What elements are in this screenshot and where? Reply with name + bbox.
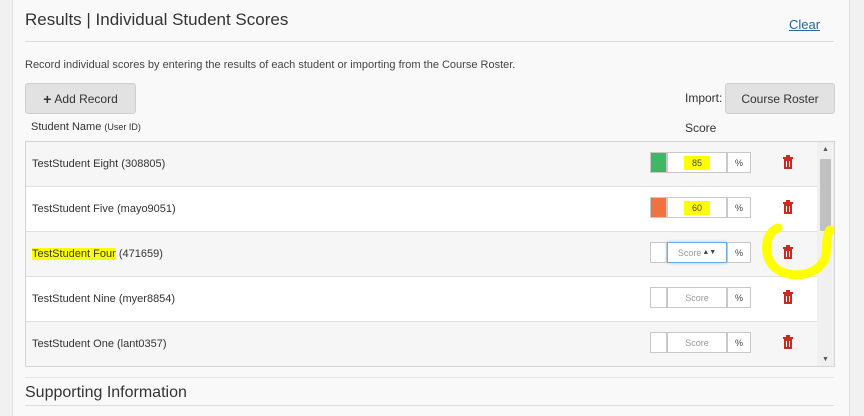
divider <box>25 377 834 378</box>
trash-icon[interactable] <box>781 290 795 306</box>
percent-unit: % <box>727 287 751 308</box>
divider <box>25 41 834 42</box>
student-name: TestStudent One (lant0357) <box>32 338 167 350</box>
percent-unit: % <box>727 197 751 218</box>
student-name-text: TestStudent Nine <box>32 293 116 305</box>
student-name: TestStudent Eight (308805) <box>32 158 165 170</box>
trash-icon[interactable] <box>781 200 795 216</box>
student-name: TestStudent Four (471659) <box>32 248 163 260</box>
table-row: TestStudent Four (471659) Score ▲▼ % <box>26 232 817 277</box>
description-text: Record individual scores by entering the… <box>25 59 516 71</box>
score-color-swatch <box>650 332 667 353</box>
student-id: (mayo9051) <box>117 203 176 215</box>
score-placeholder: Score <box>677 247 702 258</box>
score-color-swatch <box>650 197 667 218</box>
score-input[interactable]: 85 <box>667 152 727 173</box>
student-scores-table: TestStudent Eight (308805) 85 % TestStud… <box>25 141 835 367</box>
student-name-header: Student Name (User ID) <box>31 121 141 133</box>
plus-icon: + <box>43 90 52 107</box>
score-input[interactable]: 60 <box>667 197 727 218</box>
score-placeholder: Score <box>685 337 709 348</box>
page-title: Results | Individual Student Scores <box>25 10 289 29</box>
percent-unit: % <box>727 152 751 173</box>
add-record-label: Add Record <box>54 91 118 106</box>
student-id: (471659) <box>118 248 163 260</box>
add-record-button[interactable]: + Add Record <box>25 83 136 114</box>
student-name-header-label: Student Name <box>31 121 102 133</box>
student-name-text: TestStudent One <box>32 338 114 350</box>
trash-icon[interactable] <box>781 245 795 261</box>
table-row: TestStudent One (lant0357) Score % <box>26 322 817 366</box>
score-value: 60 <box>683 200 710 215</box>
scroll-down-arrow-icon[interactable]: ▼ <box>817 352 834 366</box>
scroll-up-arrow-icon[interactable]: ▲ <box>817 142 834 156</box>
table-row: TestStudent Eight (308805) 85 % <box>26 142 817 187</box>
student-name-text: TestStudent Five <box>32 203 114 215</box>
divider <box>25 405 834 406</box>
student-name: TestStudent Nine (myer8854) <box>32 293 175 305</box>
user-id-header-label: (User ID) <box>104 122 141 132</box>
clear-link[interactable]: Clear <box>789 17 820 32</box>
import-label: Import: <box>685 91 723 105</box>
student-id: (308805) <box>121 158 166 170</box>
score-input[interactable]: Score <box>667 332 727 353</box>
score-placeholder: Score <box>685 292 709 303</box>
trash-icon[interactable] <box>781 335 795 351</box>
score-header: Score <box>685 121 717 135</box>
percent-unit: % <box>727 332 751 353</box>
supporting-information-heading: Supporting Information <box>25 384 187 401</box>
trash-icon[interactable] <box>781 155 795 171</box>
table-row: TestStudent Nine (myer8854) Score % <box>26 277 817 322</box>
table-scrollbar[interactable]: ▲ ▼ <box>817 142 834 366</box>
score-input[interactable]: Score <box>667 287 727 308</box>
course-roster-button[interactable]: Course Roster <box>725 83 835 114</box>
student-name-text: TestStudent Four <box>32 248 116 260</box>
scroll-thumb[interactable] <box>820 159 831 231</box>
student-name-text: TestStudent Eight <box>32 158 119 170</box>
score-color-swatch <box>650 242 667 263</box>
spinner-icon[interactable]: ▲▼ <box>702 249 716 256</box>
score-input[interactable]: Score ▲▼ <box>667 242 727 263</box>
student-id: (lant0357) <box>117 338 167 350</box>
score-color-swatch <box>650 287 667 308</box>
percent-unit: % <box>727 242 751 263</box>
table-row: TestStudent Five (mayo9051) 60 % <box>26 187 817 232</box>
student-id: (myer8854) <box>118 293 176 305</box>
student-name: TestStudent Five (mayo9051) <box>32 203 176 215</box>
score-value: 85 <box>683 155 710 170</box>
score-color-swatch <box>650 152 667 173</box>
